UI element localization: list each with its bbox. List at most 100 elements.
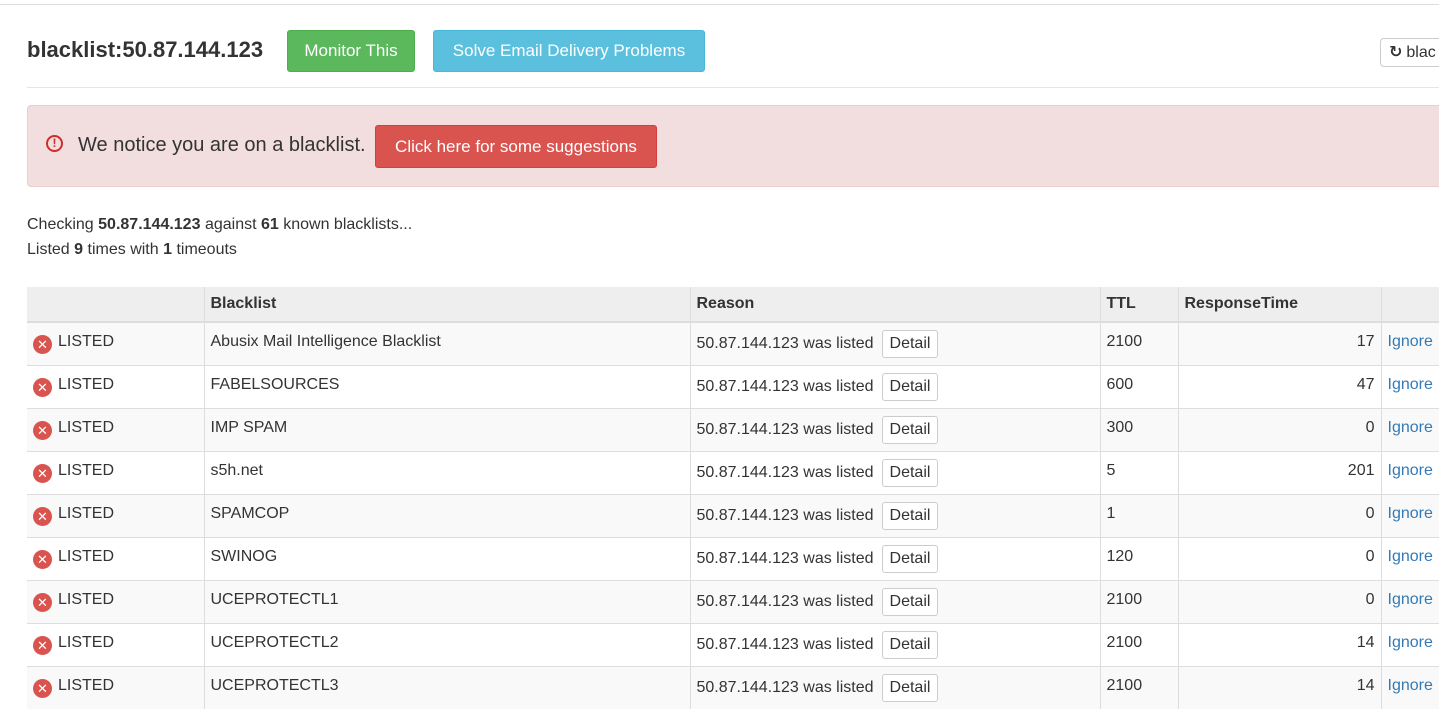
table-row: ✕ LISTED FABELSOURCES 50.87.144.123 was l… <box>27 364 1439 408</box>
ttl-value: 300 <box>1099 407 1178 451</box>
header-blacklist[interactable]: Blacklist <box>203 287 690 323</box>
blacklist-alert: ! We notice you are on a blacklist. Clic… <box>27 105 1439 187</box>
ttl-value: 120 <box>1099 536 1178 580</box>
status-cell: ✕ LISTED <box>27 536 204 580</box>
listed-x-icon: ✕ <box>33 592 52 612</box>
table-row: ✕ LISTED UCEPROTECTL1 50.87.144.123 was l… <box>27 579 1439 623</box>
blacklist-name: IMP SPAM <box>203 407 690 451</box>
checked-ip: 50.87.144.123 <box>98 216 201 233</box>
table-row: ✕ LISTED UCEPROTECTL2 50.87.144.123 was l… <box>27 622 1439 666</box>
header-ttl[interactable]: TTL <box>1099 287 1178 323</box>
reason-cell: 50.87.144.123 was listed Detail <box>689 622 1100 666</box>
refresh-button-label: blac <box>1406 44 1436 61</box>
ignore-link[interactable]: Ignore <box>1388 419 1433 436</box>
listed-x-icon: ✕ <box>33 463 52 483</box>
status-text: LISTED <box>58 590 115 608</box>
detail-button[interactable]: Detail <box>881 372 939 401</box>
refresh-button[interactable]: ↻ blac <box>1380 38 1439 67</box>
reason-text: 50.87.144.123 was listed <box>696 420 874 438</box>
reason-text: 50.87.144.123 was listed <box>696 549 874 567</box>
header-reason[interactable]: Reason <box>689 287 1100 323</box>
response-time-value: 0 <box>1177 493 1381 537</box>
detail-button[interactable]: Detail <box>881 630 939 659</box>
listed-x-icon: ✕ <box>33 635 52 655</box>
check-summary: Checking 50.87.144.123 against 61 known … <box>27 212 412 262</box>
reason-text: 50.87.144.123 was listed <box>696 334 874 352</box>
listed-x-icon: ✕ <box>33 506 52 526</box>
timeouts-count: 1 <box>163 241 172 258</box>
status-cell: ✕ LISTED <box>27 450 204 494</box>
listed-x-icon: ✕ <box>33 335 52 354</box>
ttl-value: 2100 <box>1099 579 1178 623</box>
ignore-cell: Ignore <box>1380 536 1439 580</box>
page-header: blacklist:50.87.144.123 Monitor This Sol… <box>27 5 1439 88</box>
response-time-value: 14 <box>1177 665 1381 709</box>
ttl-value: 5 <box>1099 450 1178 494</box>
detail-button[interactable]: Detail <box>881 587 939 616</box>
status-cell: ✕ LISTED <box>27 665 204 709</box>
checking-line: Checking 50.87.144.123 against 61 known … <box>27 216 413 233</box>
reason-cell: 50.87.144.123 was listed Detail <box>689 450 1100 494</box>
ignore-cell: Ignore <box>1380 493 1439 537</box>
table-row: ✕ LISTED IMP SPAM 50.87.144.123 was liste… <box>27 407 1439 451</box>
blacklist-name: UCEPROTECTL1 <box>203 579 690 623</box>
status-cell: ✕ LISTED <box>27 493 204 537</box>
ignore-link[interactable]: Ignore <box>1388 376 1433 393</box>
ignore-link[interactable]: Ignore <box>1388 548 1433 565</box>
detail-button[interactable]: Detail <box>881 458 939 487</box>
blacklist-name: SPAMCOP <box>203 493 690 537</box>
response-time-value: 0 <box>1177 536 1381 580</box>
solve-email-delivery-button[interactable]: Solve Email Delivery Problems <box>433 30 705 72</box>
detail-button[interactable]: Detail <box>881 415 939 444</box>
ignore-link[interactable]: Ignore <box>1388 505 1433 522</box>
status-cell: ✕ LISTED <box>27 321 204 365</box>
header-status <box>27 287 204 323</box>
detail-button[interactable]: Detail <box>881 673 939 702</box>
ignore-link[interactable]: Ignore <box>1388 462 1433 479</box>
blacklist-count: 61 <box>260 216 279 233</box>
page-title: blacklist:50.87.144.123 <box>27 37 264 62</box>
ignore-cell: Ignore <box>1380 665 1439 709</box>
status-cell: ✕ LISTED <box>27 622 204 666</box>
ttl-value: 2100 <box>1099 321 1178 365</box>
blacklist-name: s5h.net <box>203 450 690 494</box>
detail-button[interactable]: Detail <box>881 329 939 358</box>
response-time-value: 17 <box>1177 321 1381 365</box>
listed-count: 9 <box>74 241 84 258</box>
reason-text: 50.87.144.123 was listed <box>696 377 874 395</box>
detail-button[interactable]: Detail <box>881 501 939 530</box>
status-text: LISTED <box>58 633 115 651</box>
status-text: LISTED <box>58 504 115 522</box>
ignore-link[interactable]: Ignore <box>1388 677 1433 694</box>
ignore-cell: Ignore <box>1380 579 1439 623</box>
response-time-value: 201 <box>1177 450 1381 494</box>
suggestions-button[interactable]: Click here for some suggestions <box>375 125 657 168</box>
listed-x-icon: ✕ <box>33 678 52 698</box>
status-text: LISTED <box>58 418 115 436</box>
table-header-row: Blacklist Reason TTL ResponseTime <box>27 287 1439 323</box>
header-response-time[interactable]: ResponseTime <box>1177 287 1381 323</box>
reason-cell: 50.87.144.123 was listed Detail <box>689 579 1100 623</box>
status-text: LISTED <box>58 676 115 694</box>
table-row: ✕ LISTED SPAMCOP 50.87.144.123 was listed… <box>27 493 1439 537</box>
blacklist-name: FABELSOURCES <box>203 364 690 408</box>
ignore-link[interactable]: Ignore <box>1388 634 1433 651</box>
response-time-value: 47 <box>1177 364 1381 408</box>
detail-button[interactable]: Detail <box>881 544 939 573</box>
reason-text: 50.87.144.123 was listed <box>696 592 874 610</box>
ignore-cell: Ignore <box>1380 407 1439 451</box>
exclamation-circle-icon: ! <box>46 135 63 152</box>
reason-cell: 50.87.144.123 was listed Detail <box>689 536 1100 580</box>
reason-text: 50.87.144.123 was listed <box>696 506 874 524</box>
header-actions <box>1380 287 1439 323</box>
ignore-cell: Ignore <box>1380 450 1439 494</box>
monitor-this-button[interactable]: Monitor This <box>287 30 415 72</box>
status-cell: ✕ LISTED <box>27 364 204 408</box>
blacklist-name: Abusix Mail Intelligence Blacklist <box>203 321 690 365</box>
status-cell: ✕ LISTED <box>27 579 204 623</box>
ignore-link[interactable]: Ignore <box>1388 333 1433 350</box>
ignore-link[interactable]: Ignore <box>1388 591 1433 608</box>
results-table: Blacklist Reason TTL ResponseTime ✕ LISTE… <box>27 287 1439 709</box>
listed-line: Listed 9 times with 1 timeouts <box>27 241 237 258</box>
reason-cell: 50.87.144.123 was listed Detail <box>689 493 1100 537</box>
